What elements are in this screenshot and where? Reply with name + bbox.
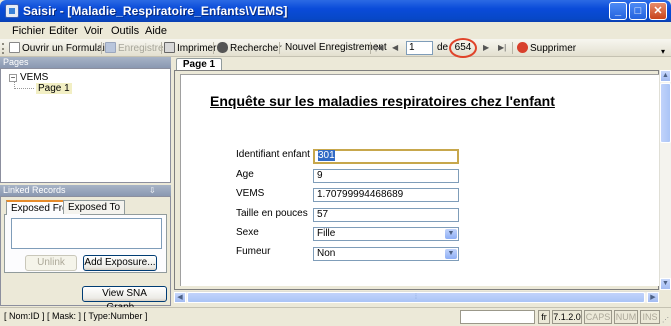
window-title: Saisir - [Maladie_Respiratoire_Enfants\V… [23,4,288,18]
pages-tree: − VEMS Page 1 [0,68,171,183]
tree-item-page-1[interactable]: Page 1 [36,83,72,94]
search-button[interactable]: Rechercher [217,42,282,54]
menu-fichier[interactable]: Fichier [12,25,45,37]
field-label-identifiant: Identifiant enfant [236,149,310,160]
print-button[interactable]: Imprimer [164,42,216,54]
pages-pane-header: Pages [0,57,171,68]
chevron-down-icon[interactable]: ▼ [445,249,457,259]
field-info: [ Nom:ID ] [ Mask: ] [ Type:Number ] [4,311,148,321]
first-record-icon[interactable]: |◀ [375,43,383,52]
toolbar-separator [213,42,214,54]
language-indicator: fr [538,310,550,324]
field-label-age: Age [236,169,254,180]
new-record-button[interactable]: Nouvel Enregistrement [285,42,387,53]
scroll-right-icon[interactable]: ▶ [647,292,659,303]
tree-root[interactable]: − VEMS [9,72,48,83]
title-bar: Saisir - [Maladie_Respiratoire_Enfants\V… [0,0,671,22]
delete-icon [517,42,528,53]
caps-indicator: CAPS [584,310,612,324]
menu-voir[interactable]: Voir [84,25,103,37]
vertical-scrollbar[interactable]: ▲ ▼ [659,70,671,290]
current-record-input[interactable]: 1 [406,41,433,55]
menu-bar: Fichier Editer Voir Outils Aide [0,22,671,39]
exposure-list[interactable] [11,218,162,249]
tab-panel: Unlink Add Exposure... [4,214,167,273]
sexe-select[interactable]: Fille ▼ [313,227,459,241]
total-records: 654 [449,38,477,58]
linked-records-pane: Unlink Add Exposure... Exposed From Expo… [0,196,171,313]
field-label-fumeur: Fumeur [236,246,271,257]
toolbar-overflow-icon[interactable]: ▾ [661,47,665,56]
linked-records-header: Linked Records ⇩ [0,185,171,196]
scroll-down-icon[interactable]: ▼ [660,278,671,290]
scroll-thumb[interactable] [660,83,671,143]
toolbar-separator [101,42,102,54]
minimize-button[interactable]: _ [609,2,627,20]
field-label-vems: VEMS [236,188,265,199]
tree-root-label: VEMS [20,72,49,83]
form-frame: Enquête sur les maladies respiratoires c… [174,70,660,290]
fumeur-select[interactable]: Non ▼ [313,247,459,261]
field-label-taille: Taille en pouces [236,208,308,219]
app-icon [5,4,19,18]
open-form-button[interactable]: Ouvrir un Formulaire [9,42,114,54]
add-exposure-button[interactable]: Add Exposure... [83,255,157,271]
printer-icon [164,42,175,53]
horizontal-scrollbar[interactable]: ◀ ⁞ ▶ [174,291,659,303]
of-label: de [437,42,449,53]
menu-outils[interactable]: Outils [111,25,139,37]
scroll-thumb[interactable]: ⁞ [187,292,645,303]
ins-indicator: INS [640,310,660,324]
toolbar-separator [161,42,162,54]
vems-input[interactable]: 1.70799994468689 [313,188,459,202]
scroll-up-icon[interactable]: ▲ [660,70,671,82]
last-record-icon[interactable]: ▶| [498,43,506,52]
identifiant-input[interactable]: 301 [313,149,459,164]
binoculars-icon [217,42,228,53]
field-label-sexe: Sexe [236,227,259,238]
toolbar-grip[interactable] [2,43,4,54]
save-button[interactable]: Enregistrer [105,42,167,54]
view-sna-graph-button[interactable]: View SNA Graph... [82,286,167,313]
toolbar-separator [370,42,371,54]
close-button[interactable]: ✕ [649,2,667,20]
maximize-button[interactable]: □ [629,2,647,20]
form-heading: Enquête sur les maladies respiratoires c… [210,93,555,109]
toolbar-separator [279,42,280,54]
tab-exposed-to[interactable]: Exposed To [63,200,126,214]
collapse-icon[interactable]: − [9,74,17,82]
pin-icon[interactable]: ⇩ [149,185,156,196]
document-icon [9,42,20,53]
scroll-left-icon[interactable]: ◀ [174,292,186,303]
next-record-icon[interactable]: ▶ [483,43,489,52]
resize-grip-icon[interactable]: ⋰ [662,316,669,324]
version-label: 7.1.2.0 [552,310,582,324]
toolbar: Ouvrir un Formulaire Enregistrer Imprime… [0,39,671,57]
age-input[interactable]: 9 [313,169,459,183]
unlink-button[interactable]: Unlink [25,255,77,271]
status-input [460,310,535,324]
status-bar: [ Nom:ID ] [ Mask: ] [ Type:Number ] fr … [0,307,671,326]
taille-input[interactable]: 57 [313,208,459,222]
menu-aide[interactable]: Aide [145,25,167,37]
menu-editer[interactable]: Editer [49,25,78,37]
floppy-icon [105,42,116,53]
prev-record-icon[interactable]: ◀ [392,43,398,52]
toolbar-separator [512,42,513,54]
num-indicator: NUM [614,310,638,324]
form-page: Enquête sur les maladies respiratoires c… [180,74,660,286]
chevron-down-icon[interactable]: ▼ [445,229,457,239]
delete-button[interactable]: Supprimer [517,42,576,54]
